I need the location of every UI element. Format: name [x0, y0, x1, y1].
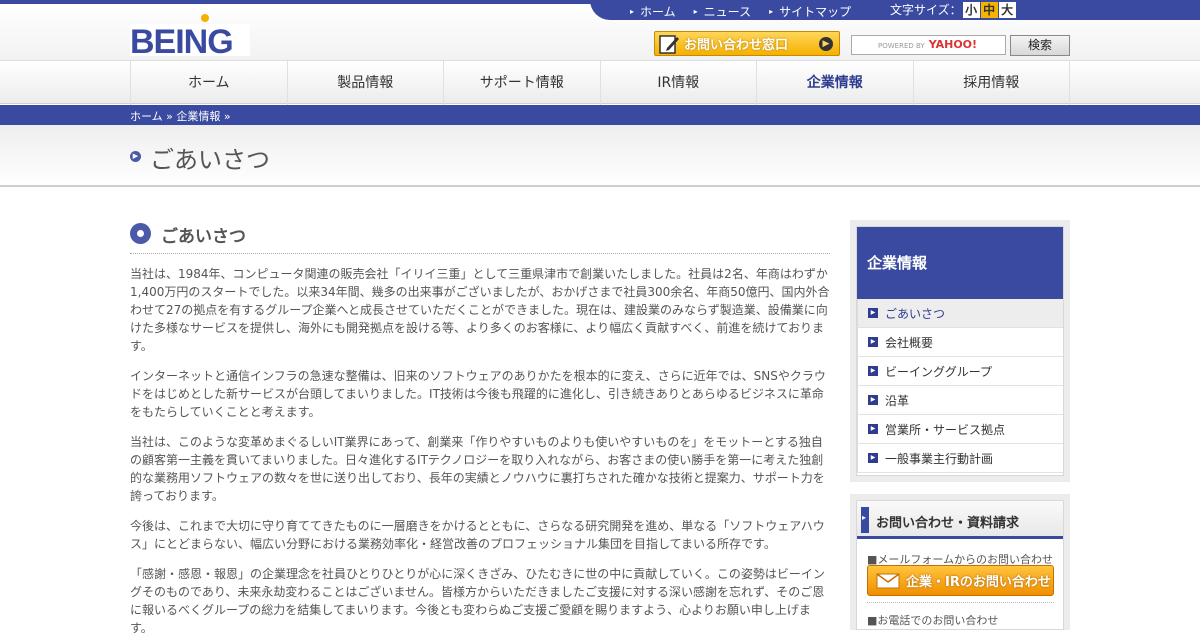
greeting-paragraph: 当社は、このような変革めまぐるしいIT業界にあって、創業来「作りやすいものよりも… — [130, 435, 825, 503]
sidebar-item-label: ビーインググループ — [885, 364, 993, 379]
divider — [867, 602, 1054, 603]
utility-link-sitemap[interactable]: ▸ サイトマップ — [769, 3, 851, 20]
utility-link-label: ホーム — [640, 5, 676, 19]
gnav-item-support[interactable]: サポート情報 — [443, 61, 600, 105]
utility-link-label: サイトマップ — [779, 5, 852, 19]
font-size-large[interactable]: 大 — [998, 1, 1016, 18]
pencil-icon — [659, 34, 679, 54]
font-size-medium[interactable]: 中 — [980, 1, 998, 18]
breadcrumb-bar: ホーム » 企業情報 » — [0, 105, 1200, 125]
corporate-ir-inquiry-button[interactable]: 企業・IRのお問い合わせ — [867, 565, 1054, 596]
heading-marker-icon — [861, 507, 869, 533]
phone-label: ■お電話でのお問い合わせ — [867, 614, 999, 627]
svg-text:BEING: BEING — [130, 23, 233, 56]
envelope-icon — [876, 572, 900, 588]
contact-window-label: お問い合わせ窓口 — [684, 38, 789, 53]
inquiry-title: お問い合わせ・資料請求 — [876, 516, 1020, 531]
sidebar-item-label: 一般事業主行動計画 — [885, 451, 994, 466]
utility-bar: ▸ ホーム ▸ ニュース ▸ サイトマップ 文字サイズ： 小 中 大 — [590, 0, 1200, 20]
chevron-right-icon: ▸ — [693, 7, 698, 16]
utility-link-news[interactable]: ▸ ニュース — [694, 3, 751, 20]
section-title: ごあいさつ — [161, 227, 246, 247]
font-size-small[interactable]: 小 — [962, 1, 980, 18]
chevron-right-icon: ▶ — [819, 37, 833, 51]
search-button[interactable]: 検索 — [1010, 35, 1070, 56]
gnav-item-company[interactable]: 企業情報 — [756, 61, 913, 105]
sidebar-company-menu: 企業情報 ▶ ごあいさつ ▶ 会社概要 ▶ ビーインググループ ▶ 沿革 ▶ 営業所・サー… — [850, 220, 1070, 482]
chevron-right-icon: ▶ — [868, 453, 878, 463]
sidebar-item-overview[interactable]: ▶ 会社概要 — [857, 328, 1063, 357]
greeting-paragraph: インターネットと通信インフラの急速な整備は、旧来のソフトウェアのありかたを根本的… — [130, 369, 826, 419]
circle-bullet-icon — [130, 223, 151, 244]
search-powered-label: POWERED BY — [878, 42, 925, 50]
utility-link-home[interactable]: ▸ ホーム — [630, 3, 676, 20]
chevron-right-icon: ▸ — [769, 7, 774, 16]
inquiry-box: お問い合わせ・資料請求 ■メールフォームからのお問い合わせ 企業・IRのお問い合… — [850, 494, 1070, 630]
sidebar-item-action-plan[interactable]: ▶ 一般事業主行動計画 — [857, 444, 1063, 473]
chevron-right-icon: ▸ — [630, 7, 635, 16]
page-title: ごあいさつ — [150, 146, 270, 174]
sidebar-item-group[interactable]: ▶ ビーインググループ — [857, 357, 1063, 386]
chevron-right-icon: ▶ — [868, 366, 878, 376]
chevron-right-icon: ▶ — [868, 308, 878, 318]
sidebar-title[interactable]: 企業情報 — [857, 227, 1063, 299]
yahoo-logo-text: YAHOO! — [928, 38, 978, 51]
sidebar-item-label: 沿革 — [885, 393, 910, 408]
gnav-item-recruit[interactable]: 採用情報 — [912, 61, 1070, 105]
greeting-paragraph: 当社は、1984年、コンピュータ関連の販売会社「イリイ三重」として三重県津市で創… — [130, 267, 830, 353]
search-input[interactable]: POWERED BY YAHOO! — [851, 35, 1006, 55]
chevron-right-icon: ▶ — [868, 337, 878, 347]
global-navigation: ホーム 製品情報 サポート情報 IR情報 企業情報 採用情報 — [0, 60, 1200, 105]
contact-window-button[interactable]: お問い合わせ窓口 ▶ — [654, 31, 840, 56]
arrow-circle-icon: ▶ — [130, 151, 141, 162]
main-content: ごあいさつ 当社は、1984年、コンピュータ関連の販売会社「イリイ三重」として三… — [130, 220, 830, 637]
gnav-item-products[interactable]: 製品情報 — [286, 61, 444, 105]
sidebar-item-history[interactable]: ▶ 沿革 — [857, 386, 1063, 415]
section-heading: ごあいさつ — [130, 220, 830, 254]
sidebar-item-label: ごあいさつ — [885, 306, 946, 321]
font-size-switcher: 文字サイズ： 小 中 大 — [890, 1, 1016, 18]
font-size-label: 文字サイズ： — [890, 3, 962, 17]
utility-links: ▸ ホーム ▸ ニュース ▸ サイトマップ — [630, 3, 851, 20]
breadcrumb[interactable]: ホーム » 企業情報 » — [130, 108, 231, 124]
sidebar-item-greeting[interactable]: ▶ ごあいさつ — [857, 299, 1063, 328]
sidebar-item-offices[interactable]: ▶ 営業所・サービス拠点 — [857, 415, 1063, 444]
chevron-right-icon: ▶ — [868, 395, 878, 405]
chevron-right-icon: ▶ — [868, 424, 878, 434]
utility-link-label: ニュース — [703, 5, 752, 19]
page-title-bar: ▶ ごあいさつ — [0, 125, 1200, 187]
gnav-item-home[interactable]: ホーム — [130, 61, 287, 105]
gnav-item-ir[interactable]: IR情報 — [599, 61, 757, 105]
sidebar-item-label: 営業所・サービス拠点 — [885, 422, 1006, 437]
inquiry-heading: お問い合わせ・資料請求 — [857, 501, 1063, 539]
being-logo[interactable]: BEING — [130, 12, 250, 56]
inquiry-button-label: 企業・IRのお問い合わせ — [906, 575, 1051, 590]
greeting-paragraph: 今後は、これまで大切に守り育ててきたものに一層磨きをかけるとともに、さらなる研究… — [130, 519, 825, 551]
greeting-paragraph: 「感謝・感恩・報恩」の企業理念を社員ひとりひとりが心に深くきざみ、ひたむきに世の… — [130, 567, 825, 635]
sidebar-item-label: 会社概要 — [885, 335, 934, 350]
